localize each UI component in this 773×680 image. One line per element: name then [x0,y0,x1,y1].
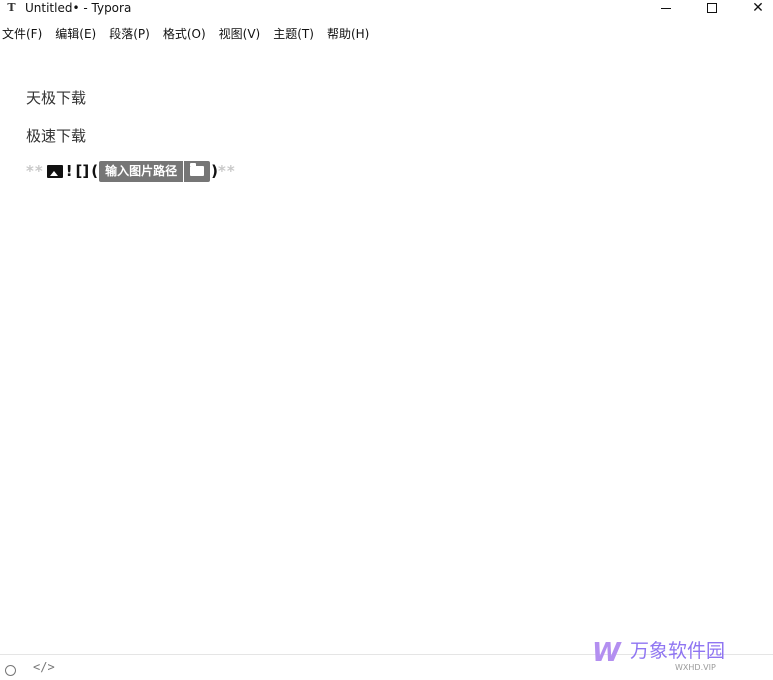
window-title: Untitled• - Typora [25,1,132,15]
menu-format[interactable]: 格式(O) [163,24,206,44]
paren-close: ) [211,162,218,180]
menu-view[interactable]: 视图(V) [219,24,261,44]
menu-paragraph[interactable]: 段落(P) [109,24,150,44]
menu-edit[interactable]: 编辑(E) [55,24,96,44]
watermark-url: WXHD.VIP [675,663,716,672]
menu-theme[interactable]: 主题(T) [273,24,314,44]
paragraph[interactable]: 天极下载 [26,84,86,112]
typora-app-icon: T [7,1,16,14]
image-bang: ! [65,162,73,180]
minimize-icon [661,7,671,9]
title-bar: T Untitled• - Typora ✕ [0,0,773,16]
folder-icon [190,163,205,176]
paragraph[interactable]: 极速下载 [26,122,86,150]
close-icon: ✕ [752,0,764,16]
minimize-button[interactable] [643,0,689,16]
close-button[interactable]: ✕ [735,0,773,16]
image-path-placeholder[interactable]: 输入图片路径 [99,160,185,182]
bold-marker-open: ** [26,162,44,180]
watermark-name: 万象软件园 [630,640,726,662]
browse-folder-button[interactable] [184,161,210,182]
paren-open: ( [91,162,99,180]
watermark: W 万象软件园 WXHD.VIP [592,636,762,676]
menu-help[interactable]: 帮助(H) [327,24,369,44]
image-icon [46,164,63,178]
alt-text-brackets[interactable]: [] [76,162,90,180]
image-path-input[interactable]: 输入图片路径 [99,160,211,182]
bold-marker-close: ** [218,162,236,180]
menu-file[interactable]: 文件(F) [2,24,42,44]
sidebar-toggle-icon[interactable] [5,665,16,676]
maximize-button[interactable] [689,0,735,16]
watermark-logo-icon: W [592,638,621,668]
menu-bar: 文件(F) 编辑(E) 段落(P) 格式(O) 视图(V) 主题(T) 帮助(H… [0,24,380,44]
maximize-icon [707,3,717,13]
image-markdown-line[interactable]: ** ! [] ( 输入图片路径 ) ** [26,160,236,182]
source-code-toggle-icon[interactable]: </> [33,660,55,674]
